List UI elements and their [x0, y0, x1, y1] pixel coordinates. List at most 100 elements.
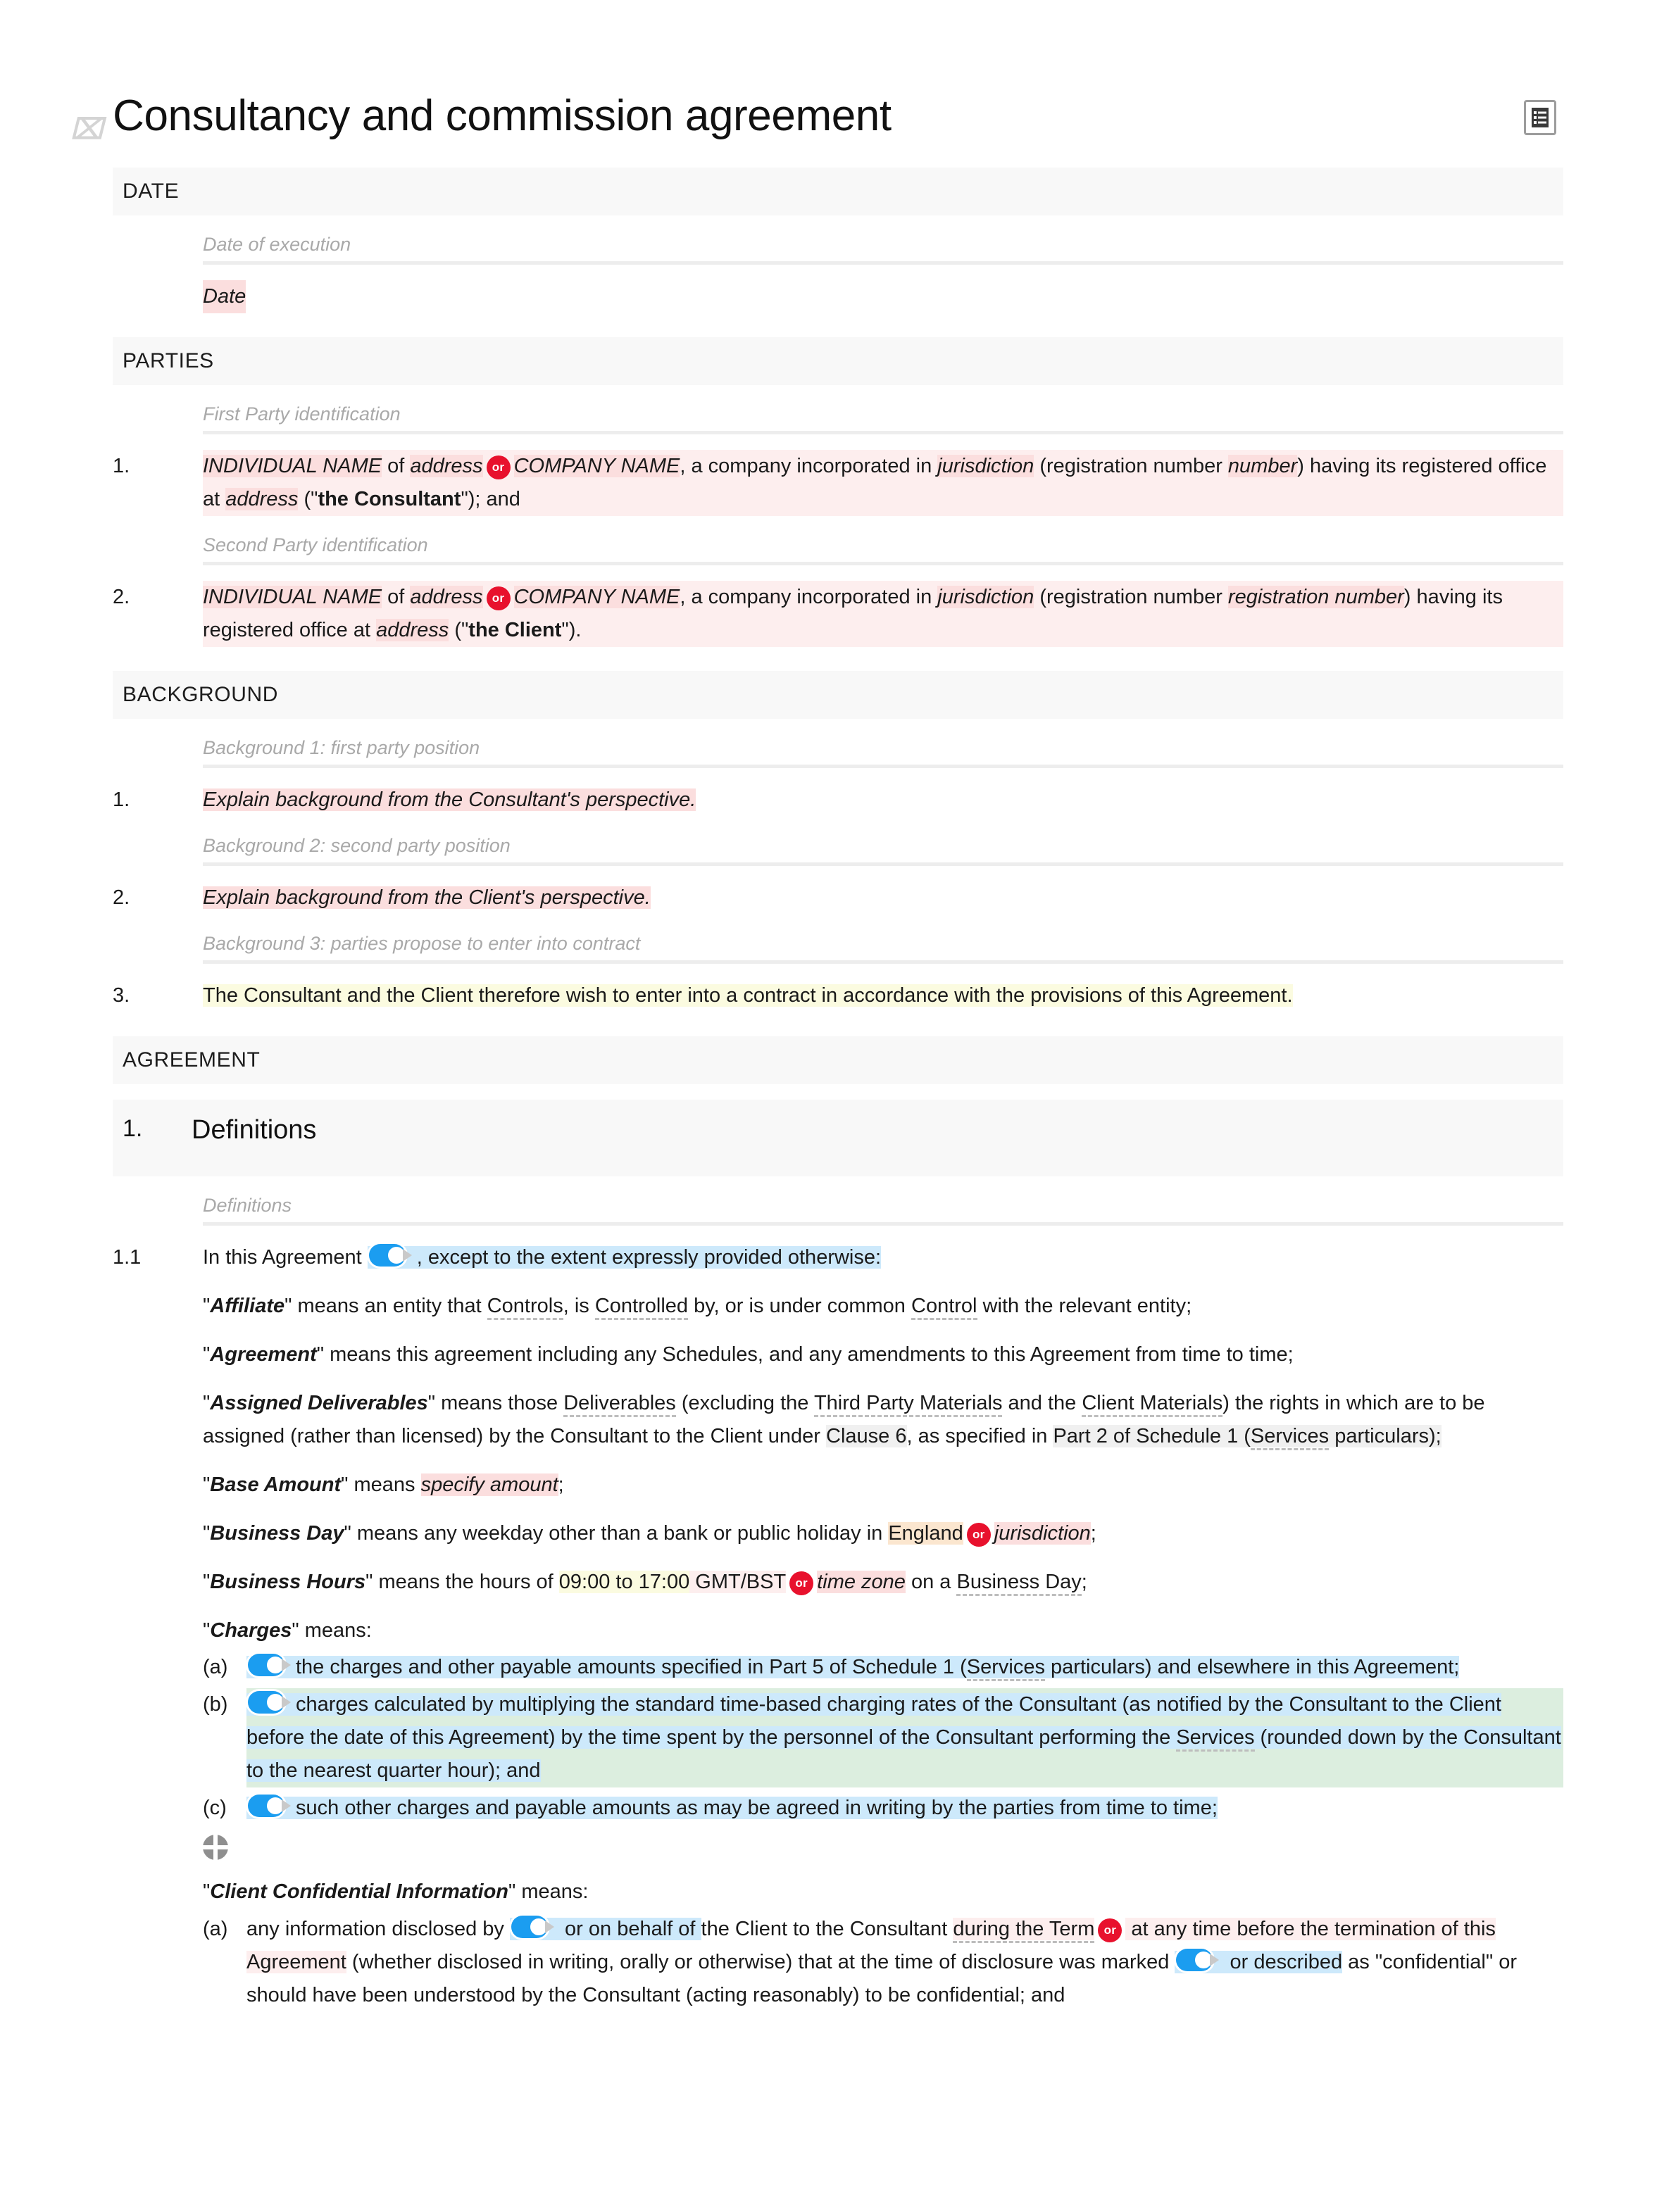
company-name-placeholder[interactable]: COMPANY NAME [513, 585, 680, 608]
cci-item-a: (a) any information disclosed by or on b… [203, 1913, 1563, 2012]
xref-text-end: particulars); [1329, 1424, 1442, 1447]
definition-text: " means: [292, 1619, 372, 1642]
cross-reference-schedule[interactable]: Part 2 of Schedule 1 (Services particula… [1053, 1424, 1442, 1450]
jurisdiction-placeholder[interactable]: jurisdiction [994, 1521, 1091, 1545]
optional-block: the charges and other payable amounts sp… [246, 1654, 1460, 1682]
list-number: 1. [113, 788, 130, 811]
registered-office-address-placeholder[interactable]: address [376, 618, 449, 641]
defined-term: Client Confidential Information [210, 1880, 508, 1904]
annotation-background-2: Background 2: second party position [203, 834, 511, 856]
table-of-contents-icon[interactable] [1524, 100, 1556, 135]
defined-reference-control[interactable]: Control [911, 1294, 977, 1320]
defined-reference-services[interactable]: Services [966, 1656, 1045, 1682]
background-item-1: 1. Explain background from the Consultan… [113, 784, 1563, 817]
defined-reference-client-materials[interactable]: Client Materials [1082, 1391, 1223, 1417]
date-placeholder[interactable]: Date [203, 280, 246, 313]
time-from: 09:00 [558, 1570, 611, 1593]
or-badge-icon[interactable]: or [966, 1522, 991, 1547]
charges-item-b: (b) charges calculated by multiplying th… [203, 1688, 1563, 1788]
definition-text: on a [905, 1570, 957, 1593]
definition-text: " means the hours of [365, 1570, 559, 1593]
charges-item-c: (c) such other charges and payable amoun… [203, 1792, 1563, 1825]
address-placeholder[interactable]: address [410, 454, 483, 477]
defined-reference-controls[interactable]: Controls [487, 1294, 563, 1320]
cci-text: any information disclosed by [246, 1918, 510, 1941]
background-item-2: 2. Explain background from the Client's … [113, 881, 1563, 915]
individual-name-placeholder[interactable]: INDIVIDUAL NAME [203, 585, 382, 608]
registration-number-placeholder[interactable]: number [1227, 454, 1298, 477]
defined-reference-services[interactable]: Services [1176, 1726, 1255, 1752]
cci-text: the Client to the Consultant [701, 1918, 953, 1941]
annotation-rule [203, 764, 1563, 768]
definition-text: ; [1081, 1570, 1087, 1593]
annotation-rule [203, 862, 1563, 866]
defined-reference-term[interactable]: during the Term [953, 1918, 1095, 1944]
list-number: 2. [113, 886, 130, 909]
toggle-switch-icon[interactable] [511, 1916, 555, 1940]
list-letter: (c) [203, 1797, 227, 1820]
time-zone-placeholder[interactable]: time zone [817, 1570, 906, 1593]
move-handle-icon[interactable] [203, 1835, 228, 1861]
or-badge-icon[interactable]: or [1098, 1918, 1122, 1943]
xref-text: Part 2 of Schedule 1 ( [1053, 1424, 1251, 1447]
or-badge-icon[interactable]: or [486, 455, 511, 479]
defined-term: Business Hours [210, 1570, 366, 1593]
list-number: 1. [113, 454, 130, 477]
toggle-switch-icon[interactable] [248, 1691, 292, 1715]
cross-reference-clause[interactable]: Clause 6 [826, 1424, 907, 1447]
defined-reference-controlled[interactable]: Controlled [594, 1294, 689, 1320]
charges-a-text: the charges and other payable amounts sp… [296, 1656, 967, 1679]
toggle-switch-icon[interactable] [1176, 1949, 1220, 1973]
jurisdiction-placeholder[interactable]: jurisdiction [937, 585, 1034, 608]
business-hours-range[interactable]: 09:00 to 17:00 [558, 1570, 690, 1593]
timezone-default[interactable]: GMT/BST [689, 1570, 787, 1593]
definition-text: " means this agreement including any Sch… [316, 1343, 1294, 1366]
annotation-rule [203, 430, 1563, 434]
definition-agreement: "Agreement" means this agreement includi… [203, 1343, 1294, 1366]
defined-term: Affiliate [210, 1294, 285, 1317]
background-text: Explain background from the Consultant's… [203, 784, 1563, 817]
term-variant[interactable]: during the Term [953, 1918, 1095, 1944]
defined-open: (" [449, 618, 469, 641]
document-grip-icon[interactable]: ⌧ [70, 115, 103, 144]
or-badge-icon[interactable]: or [486, 586, 511, 610]
optional-block: or on behalf of [509, 1916, 701, 1941]
optional-block: such other charges and payable amounts a… [246, 1795, 1218, 1820]
incorporated-text: , a company incorporated in [680, 585, 938, 608]
definition-affiliate: "Affiliate" means an entity that Control… [203, 1290, 1563, 1323]
defined-reference-business-day[interactable]: Business Day [956, 1570, 1082, 1596]
defined-reference-deliverables[interactable]: Deliverables [563, 1391, 676, 1417]
section-title: PARTIES [123, 348, 214, 372]
clause-1-1-text: In this Agreement , except to the extent… [203, 1241, 1563, 1274]
toggle-switch-icon[interactable] [368, 1243, 413, 1268]
cci-variant-text: at any time before the [1125, 1918, 1334, 1941]
defined-term: Agreement [210, 1343, 317, 1366]
background-note: The Consultant and the Client therefore … [203, 984, 1293, 1007]
company-name-placeholder[interactable]: COMPANY NAME [513, 454, 680, 477]
annotation-background-1: Background 1: first party position [203, 736, 480, 758]
defined-close: "). [561, 618, 582, 641]
defined-reference-services[interactable]: Services [1250, 1424, 1330, 1450]
individual-name-placeholder[interactable]: INDIVIDUAL NAME [203, 454, 382, 477]
charges-a-text-end: particulars) and elsewhere in this Agree… [1044, 1656, 1460, 1679]
background-placeholder[interactable]: Explain background from the Consultant's… [203, 788, 696, 811]
clause-1-1-row: 1.1 In this Agreement , except to the ex… [113, 1241, 1563, 1274]
registered-office-address-placeholder[interactable]: address [225, 487, 299, 510]
optional-block: , except to the extent expressly provide… [367, 1243, 882, 1269]
defined-reference-third-party-materials[interactable]: Third Party Materials [813, 1391, 1003, 1417]
registration-number-placeholder[interactable]: registration number [1227, 585, 1404, 608]
address-placeholder[interactable]: address [410, 585, 483, 608]
toggle-switch-icon[interactable] [248, 1654, 292, 1678]
section-title: BACKGROUND [123, 682, 279, 706]
connector: of [382, 585, 411, 608]
background-placeholder[interactable]: Explain background from the Client's per… [203, 886, 651, 909]
amount-placeholder[interactable]: specify amount [420, 1473, 558, 1496]
defined-term: Base Amount [210, 1473, 342, 1496]
annotation-definitions: Definitions [203, 1194, 292, 1216]
toggle-switch-icon[interactable] [248, 1795, 292, 1818]
jurisdiction-placeholder[interactable]: jurisdiction [937, 454, 1034, 477]
or-badge-icon[interactable]: or [789, 1571, 814, 1595]
lead-text-end: , except to the extent expressly provide… [416, 1245, 882, 1269]
annotation-first-party: First Party identification [203, 403, 401, 425]
variant-england[interactable]: England [888, 1521, 963, 1545]
